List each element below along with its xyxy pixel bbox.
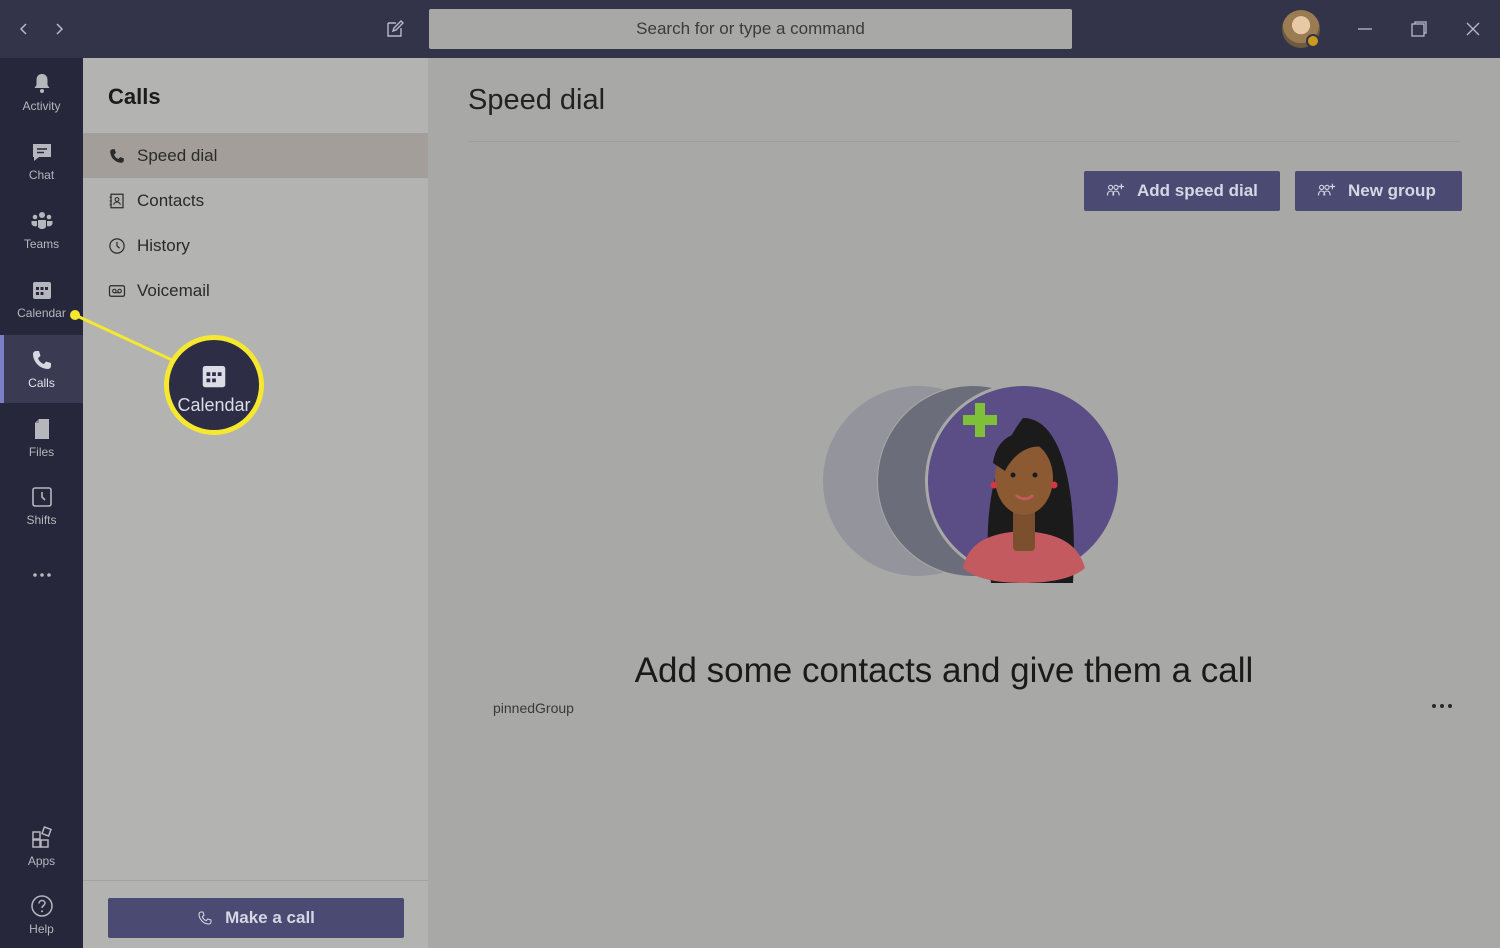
phone-icon [110, 148, 124, 163]
file-icon [34, 419, 49, 439]
title-bar: Search for or type a command [0, 0, 1500, 58]
calls-panel: Calls Speed dial Contacts History Voicem… [83, 58, 428, 948]
chat-icon [32, 144, 51, 161]
rail-item-files[interactable]: Files [0, 404, 83, 472]
teams-icon [31, 212, 52, 229]
main-content: Speed dial Add speed dial New group Add … [428, 58, 1500, 948]
voicemail-icon [108, 284, 126, 297]
panel-item-voicemail[interactable]: Voicemail [83, 268, 428, 313]
phone-icon [32, 351, 51, 369]
new-group-button[interactable]: New group [1295, 171, 1462, 211]
rail-item-shifts[interactable]: Shifts [0, 472, 83, 540]
history-icon [109, 237, 125, 254]
close-icon[interactable] [1458, 14, 1488, 44]
search-input[interactable]: Search for or type a command [429, 9, 1072, 49]
pinned-group-label: pinnedGroup [493, 700, 574, 716]
add-people-icon [1106, 183, 1125, 196]
rail-item-activity[interactable]: Activity [0, 58, 83, 126]
rail-item-apps[interactable]: Apps [0, 813, 83, 881]
rail-item-calendar[interactable]: Calendar [0, 265, 83, 333]
phone-icon [198, 911, 212, 925]
calendar-callout: Calendar [164, 335, 264, 435]
panel-footer: Make a call [83, 880, 428, 948]
minimize-icon[interactable] [1350, 14, 1380, 44]
status-badge [1306, 34, 1320, 48]
callout-label: Calendar [177, 394, 251, 415]
bell-icon [34, 74, 49, 93]
panel-item-speed-dial[interactable]: Speed dial [83, 133, 428, 178]
calendar-icon [32, 282, 51, 299]
app-rail: Activity Chat Teams Calendar Calls Files… [0, 58, 83, 948]
add-people-icon [1317, 183, 1336, 196]
compose-icon[interactable] [380, 14, 410, 44]
help-icon [30, 895, 53, 917]
more-apps-button[interactable] [0, 544, 83, 610]
forward-arrow-icon[interactable] [44, 14, 74, 44]
clock-icon [31, 487, 52, 507]
panel-title: Calls [108, 84, 161, 109]
add-speed-dial-button[interactable]: Add speed dial [1084, 171, 1280, 211]
more-icon [32, 573, 51, 577]
rail-item-calls[interactable]: Calls [0, 335, 83, 403]
empty-state-message: Add some contacts and give them a call [634, 651, 1254, 690]
empty-state-illustration [823, 383, 1121, 583]
more-options-icon[interactable] [1427, 696, 1457, 716]
rail-item-chat[interactable]: Chat [0, 127, 83, 195]
panel-item-contacts[interactable]: Contacts [83, 178, 428, 223]
divider [468, 141, 1460, 142]
contacts-icon [109, 193, 124, 208]
restore-icon[interactable] [1404, 14, 1434, 44]
panel-item-history[interactable]: History [83, 223, 428, 268]
rail-item-help[interactable]: Help [0, 881, 83, 948]
rail-item-teams[interactable]: Teams [0, 196, 83, 264]
back-arrow-icon[interactable] [9, 14, 39, 44]
calendar-icon [202, 365, 226, 387]
make-a-call-button[interactable]: Make a call [108, 898, 404, 938]
search-placeholder: Search for or type a command [636, 19, 865, 38]
apps-icon [31, 826, 52, 848]
page-title: Speed dial [468, 84, 606, 116]
